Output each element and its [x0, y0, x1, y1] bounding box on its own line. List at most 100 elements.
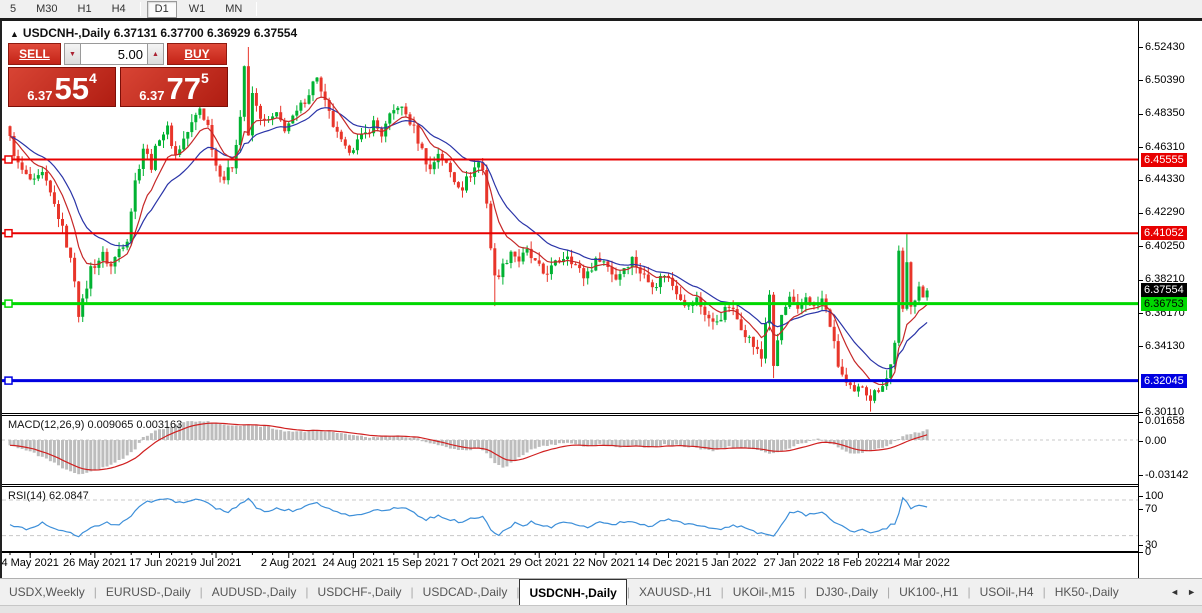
rsi-axis-tick — [1139, 496, 1143, 497]
rsi-axis-tick-label: 100 — [1145, 490, 1164, 502]
chart-tab-bar: USDX,Weekly | EURUSD-,Daily | AUDUSD-,Daily |… — [0, 578, 1202, 605]
volume-increase-button[interactable]: ▲ — [148, 43, 164, 65]
rsi-pane[interactable]: RSI(14) 62.0847 — [2, 486, 1138, 552]
sell-button[interactable]: SELL — [8, 43, 61, 65]
price-axis-tick — [1139, 213, 1143, 214]
ask-price-prefix: 6.37 — [139, 88, 165, 103]
price-axis-tick-label: 6.40250 — [1145, 240, 1185, 252]
macd-pane[interactable]: MACD(12,26,9) 0.009065 0.003163 — [2, 415, 1138, 485]
buy-quote-box[interactable]: 6.37 77 5 — [120, 67, 228, 107]
price-axis-tick — [1139, 114, 1143, 115]
timeframe-button-5[interactable]: 5 — [2, 1, 24, 18]
buy-button[interactable]: BUY — [167, 43, 227, 65]
timeframe-toolbar: 5 M30 H1 H4 D1 W1 MN — [0, 0, 1202, 18]
price-level-tag: 6.41052 — [1141, 226, 1187, 240]
sell-quote-box[interactable]: 6.37 55 4 — [8, 67, 116, 107]
time-axis-label: 24 Aug 2021 — [322, 557, 385, 569]
time-axis-label: 18 Feb 2022 — [827, 557, 890, 569]
tab-scroll-right-icon[interactable]: ► — [1187, 587, 1196, 597]
price-axis-tick-label: 6.48350 — [1145, 107, 1185, 119]
macd-axis-tick — [1139, 475, 1143, 476]
tab-ukoil-m15[interactable]: UKOil-,M15 — [724, 579, 804, 605]
time-axis-label: 22 Nov 2021 — [572, 557, 636, 569]
volume-input[interactable] — [80, 43, 148, 65]
tab-usdx-weekly[interactable]: USDX,Weekly — [0, 579, 94, 605]
price-axis-tick-label: 6.34130 — [1145, 340, 1185, 352]
time-axis-label: 27 Jan 2022 — [763, 557, 825, 569]
tab-uk100-h1[interactable]: UK100-,H1 — [890, 579, 967, 605]
price-axis-tick-label: 6.52430 — [1145, 41, 1185, 53]
volume-decrease-button[interactable]: ▼ — [64, 43, 80, 65]
bottom-strip — [0, 605, 1202, 613]
timeframe-button-mn[interactable]: MN — [217, 1, 250, 18]
macd-axis-tick-label: 0.00 — [1145, 435, 1167, 447]
timeframe-button-h4[interactable]: H4 — [104, 1, 134, 18]
price-axis[interactable]: 6.52430 6.50390 6.48350 6.46310 6.44330 6.422… — [1139, 21, 1199, 578]
chart-column: ▲ USDCNH-,Daily 6.37131 6.37700 6.36929 6… — [0, 21, 1139, 578]
macd-axis-tick — [1139, 422, 1143, 423]
price-axis-tick — [1139, 147, 1143, 148]
tab-dj30-daily[interactable]: DJ30-,Daily — [807, 579, 887, 605]
rsi-chart-svg[interactable] — [2, 487, 1138, 551]
time-axis-label: 26 May 2021 — [63, 557, 127, 569]
price-axis-tick-label: 6.50390 — [1145, 74, 1185, 86]
price-level-tag: 6.36753 — [1141, 297, 1187, 311]
price-axis-tick — [1139, 346, 1143, 347]
time-axis-label: 7 Oct 2021 — [451, 557, 506, 569]
time-axis-label: 4 May 2021 — [1, 557, 59, 569]
tab-usdchf-daily[interactable]: USDCHF-,Daily — [309, 579, 411, 605]
tab-eurusd-daily[interactable]: EURUSD-,Daily — [97, 579, 200, 605]
tab-usoil-h4[interactable]: USOil-,H4 — [971, 579, 1043, 605]
macd-axis-tick-label: 0.01658 — [1145, 415, 1185, 427]
timeframe-button-w1[interactable]: W1 — [181, 1, 214, 18]
ask-price-big: 77 — [166, 71, 201, 106]
price-level-tag: 6.45555 — [1141, 153, 1187, 167]
price-axis-tick — [1139, 80, 1143, 81]
timeframe-button-d1[interactable]: D1 — [146, 0, 177, 18]
timeframe-button-m30[interactable]: M30 — [28, 1, 65, 18]
rsi-axis-tick — [1139, 509, 1143, 510]
chart-title-symbol: USDCNH-,Daily — [22, 26, 111, 40]
time-axis-label: 15 Sep 2021 — [386, 557, 450, 569]
price-axis-tick — [1139, 313, 1143, 314]
time-axis-label: 14 Dec 2021 — [637, 557, 700, 569]
time-axis-label: 17 Jun 2021 — [129, 557, 190, 569]
rsi-axis-tick-label: 0 — [1145, 546, 1152, 558]
toolbar-separator — [256, 2, 258, 16]
chart-window: ▲ USDCNH-,Daily 6.37131 6.37700 6.36929 6… — [0, 21, 1202, 578]
price-axis-tick — [1139, 246, 1143, 247]
macd-axis-tick-label: -0.03142 — [1145, 469, 1189, 481]
tab-usdcad-daily[interactable]: USDCAD-,Daily — [414, 579, 517, 605]
price-axis-tick — [1139, 47, 1143, 48]
collapse-triangle-icon[interactable]: ▲ — [10, 29, 19, 39]
time-axis-label: 9 Jul 2021 — [190, 557, 242, 569]
time-axis-label: 2 Aug 2021 — [260, 557, 317, 569]
time-axis-label: 14 Mar 2022 — [888, 557, 950, 569]
one-click-trade-panel: SELL ▼ ▲ BUY 6.37 55 4 6.37 77 5 — [8, 43, 230, 107]
price-axis-tick — [1139, 280, 1143, 281]
bid-price-pip: 4 — [89, 70, 97, 86]
price-axis-tick-label: 6.42290 — [1145, 206, 1185, 218]
timeframe-button-h1[interactable]: H1 — [70, 1, 100, 18]
rsi-axis-tick — [1139, 552, 1143, 553]
bid-price-big: 55 — [54, 71, 89, 106]
toolbar-separator — [139, 2, 141, 16]
rsi-axis-tick — [1139, 545, 1143, 546]
price-level-tag: 6.37554 — [1141, 283, 1187, 297]
time-axis[interactable]: 4 May 2021 26 May 2021 17 Jun 2021 9 Jul 20… — [1, 552, 1138, 572]
rsi-label: RSI(14) 62.0847 — [8, 490, 89, 502]
tab-scroll-arrows: ◄ ► — [1170, 579, 1202, 605]
rsi-axis-tick-label: 70 — [1145, 503, 1158, 515]
tab-scroll-left-icon[interactable]: ◄ — [1170, 587, 1179, 597]
price-pane[interactable]: ▲ USDCNH-,Daily 6.37131 6.37700 6.36929 6… — [2, 21, 1138, 414]
macd-label: MACD(12,26,9) 0.009065 0.003163 — [8, 419, 183, 431]
tab-xauusd-h1[interactable]: XAUUSD-,H1 — [630, 579, 721, 605]
ask-price-pip: 5 — [201, 70, 209, 86]
price-axis-tick — [1139, 412, 1143, 413]
price-axis-tick — [1139, 180, 1143, 181]
tab-usdcnh-daily[interactable]: USDCNH-,Daily — [519, 579, 627, 605]
tab-audusd-daily[interactable]: AUDUSD-,Daily — [203, 579, 306, 605]
tab-hk50-daily[interactable]: HK50-,Daily — [1046, 579, 1128, 605]
price-level-tag: 6.32045 — [1141, 374, 1187, 388]
time-axis-label: 29 Oct 2021 — [509, 557, 570, 569]
